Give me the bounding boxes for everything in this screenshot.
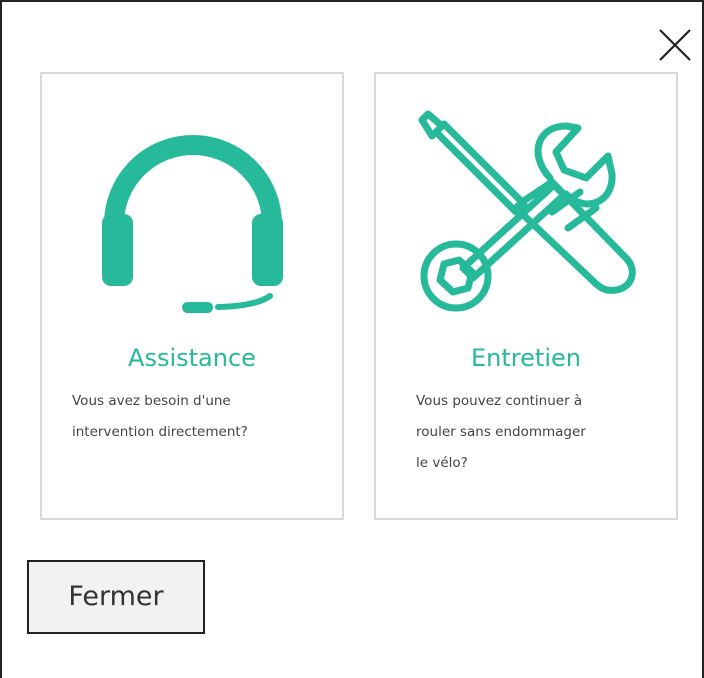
description-line: le vélo? (416, 455, 468, 471)
headset-icon (102, 135, 283, 313)
assistance-card[interactable]: Assistance Vous avez besoin d'une interv… (40, 72, 344, 520)
card-description: Vous pouvez continuer à rouler sans endo… (416, 386, 646, 479)
description-line: intervention directement? (72, 424, 248, 440)
card-title: Entretien (471, 344, 581, 372)
tools-icon (418, 110, 636, 312)
description-line: Vous pouvez continuer à (416, 393, 583, 409)
support-dialog: Assistance Vous avez besoin d'une interv… (0, 0, 704, 678)
close-icon (659, 29, 691, 61)
card-description: Vous avez besoin d'une intervention dire… (72, 386, 312, 448)
card-title: Assistance (128, 344, 256, 372)
description-line: rouler sans endommager (416, 424, 586, 440)
close-dialog-button[interactable]: Fermer (27, 560, 205, 634)
description-line: Vous avez besoin d'une (72, 393, 231, 409)
maintenance-card[interactable]: Entretien Vous pouvez continuer à rouler… (374, 72, 678, 520)
close-button[interactable] (658, 28, 692, 62)
